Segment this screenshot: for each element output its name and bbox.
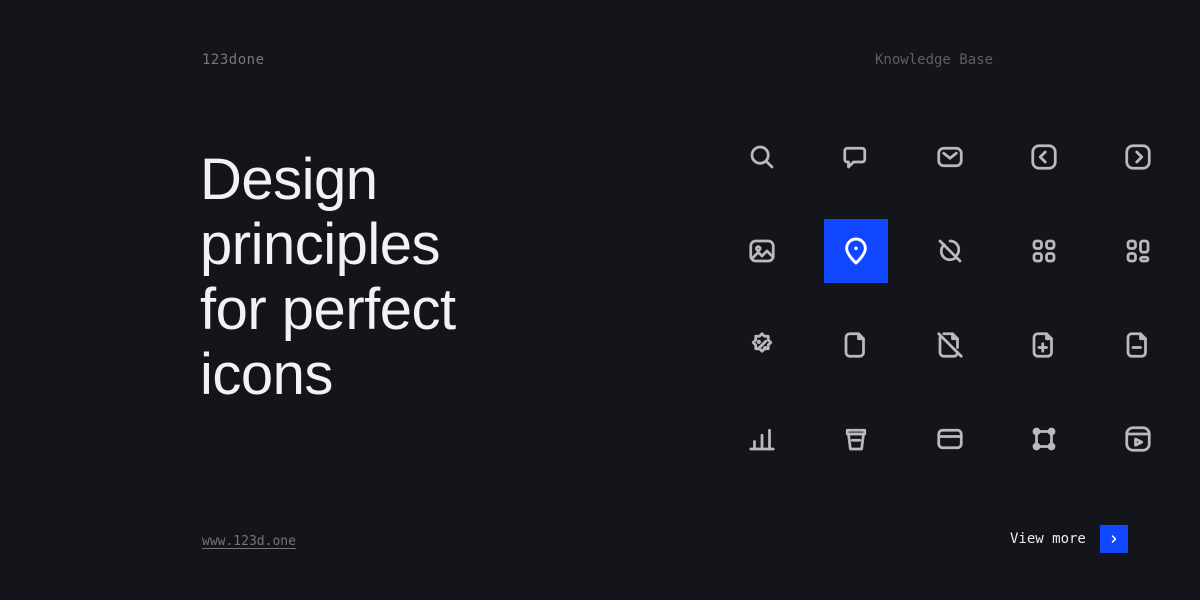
image-icon	[730, 219, 794, 283]
chat-icon	[824, 125, 888, 189]
view-more-button[interactable]: View more	[1010, 525, 1128, 553]
icon-grid	[730, 125, 1170, 471]
section-label: Knowledge Base	[875, 52, 993, 68]
bounding-box-icon	[1012, 407, 1076, 471]
file-icon	[824, 313, 888, 377]
bar-chart-icon	[730, 407, 794, 471]
chevron-right-icon	[1100, 525, 1128, 553]
file-off-icon	[918, 313, 982, 377]
credit-card-icon	[918, 407, 982, 471]
play-box-icon	[1106, 407, 1170, 471]
website-link[interactable]: www.123d.one	[202, 534, 296, 549]
grid-alt-icon	[1106, 219, 1170, 283]
brand-label: 123done	[202, 52, 265, 68]
tag-off-icon	[918, 219, 982, 283]
file-remove-icon	[1106, 313, 1170, 377]
mail-icon	[918, 125, 982, 189]
view-more-label: View more	[1010, 531, 1086, 547]
location-pin-icon	[824, 219, 888, 283]
page-title: Design principles for perfect icons	[200, 148, 456, 408]
file-add-icon	[1012, 313, 1076, 377]
coffee-cup-icon	[824, 407, 888, 471]
discount-badge-icon	[730, 313, 794, 377]
grid-icon	[1012, 219, 1076, 283]
chevron-left-box-icon	[1012, 125, 1076, 189]
chevron-right-box-icon	[1106, 125, 1170, 189]
search-icon	[730, 125, 794, 189]
